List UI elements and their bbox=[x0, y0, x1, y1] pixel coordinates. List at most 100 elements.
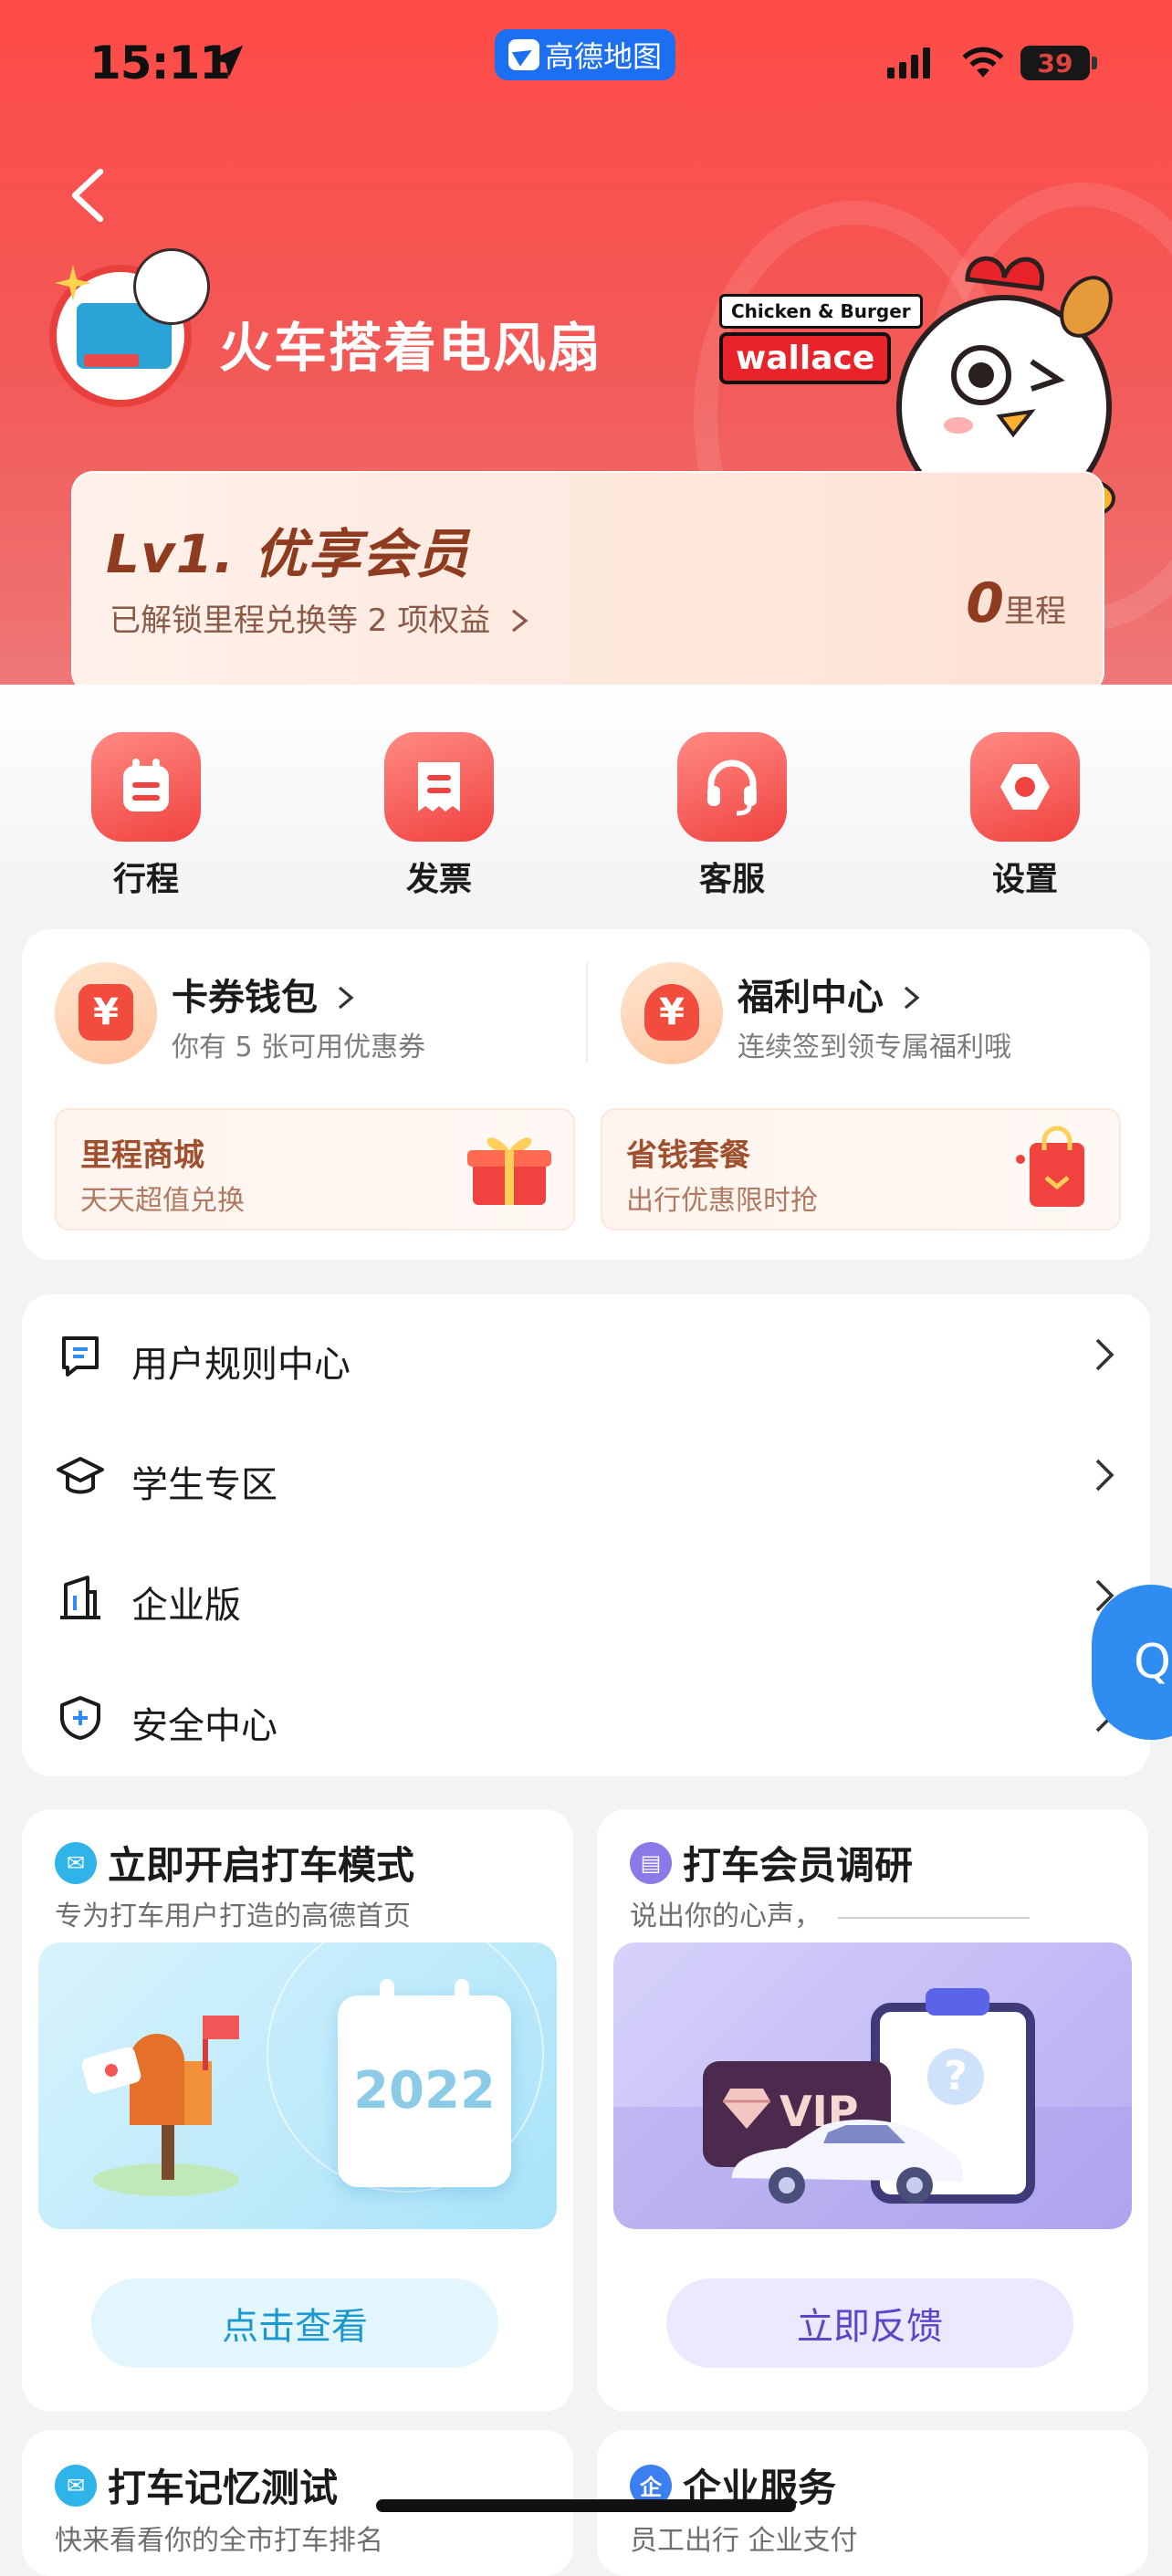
quick-action-trips[interactable]: 行程 bbox=[73, 732, 219, 900]
rules-icon bbox=[62, 1336, 99, 1377]
wifi-icon bbox=[962, 47, 1004, 78]
member-miles: 0里程 bbox=[966, 571, 1066, 635]
taxi-mode-title-text: 立即开启打车模式 bbox=[108, 1843, 415, 1888]
menu-item-label: 安全中心 bbox=[131, 1705, 277, 1747]
back-app-label: 高德地图 bbox=[544, 39, 662, 74]
headset-icon bbox=[677, 732, 787, 842]
miles-value: 0 bbox=[966, 571, 1004, 635]
wallet-card: ¥ 卡券钱包 你有 5 张可用优惠券 ¥ 福利中心 连续签到领专属福利哦 里程商… bbox=[22, 929, 1150, 1260]
menu-item-enterprise[interactable]: 企业版 bbox=[22, 1535, 1150, 1656]
quick-action-label: 发票 bbox=[405, 861, 472, 898]
chat-bubble-icon: ▤ bbox=[630, 1841, 672, 1884]
calendar-icon bbox=[91, 732, 201, 842]
divider bbox=[586, 962, 588, 1063]
welfare-glyph: ¥ bbox=[644, 984, 699, 1041]
coupon-subtitle: 你有 5 张可用优惠券 bbox=[172, 1031, 426, 1063]
quick-action-settings[interactable]: 设置 bbox=[952, 732, 1098, 900]
saving-package-entry[interactable]: 省钱套餐 出行优惠限时抢 bbox=[601, 1108, 1121, 1230]
mail-icon: ✉ bbox=[55, 2464, 97, 2507]
enterprise-service-subtitle: 员工出行 企业支付 bbox=[630, 2525, 858, 2557]
menu-item-student-zone[interactable]: 学生专区 bbox=[22, 1415, 1150, 1535]
calendar-year: 2022 bbox=[353, 2061, 496, 2120]
view-now-button[interactable]: 点击查看 bbox=[91, 2278, 498, 2368]
welfare-center-entry[interactable]: ¥ 福利中心 连续签到领专属福利哦 bbox=[597, 929, 1145, 1084]
back-chevron-icon[interactable] bbox=[64, 166, 110, 225]
welfare-subtitle: 连续签到领专属福利哦 bbox=[738, 1031, 1011, 1063]
menu-item-label: 企业版 bbox=[131, 1585, 241, 1627]
chevron-right-icon bbox=[904, 986, 920, 1010]
quick-action-label: 设置 bbox=[991, 861, 1058, 898]
brand-logo: Chicken & Burger wallace bbox=[719, 294, 923, 384]
chevron-right-icon bbox=[1095, 1338, 1114, 1371]
coupon-wallet-entry[interactable]: ¥ 卡券钱包 你有 5 张可用优惠券 bbox=[22, 929, 570, 1084]
welfare-title-text: 福利中心 bbox=[738, 977, 884, 1019]
shopping-bag-icon bbox=[1016, 1126, 1084, 1207]
quick-action-label: 客服 bbox=[698, 861, 765, 898]
gear-icon bbox=[970, 732, 1080, 842]
chevron-right-icon bbox=[338, 986, 354, 1010]
battery-indicator: 39 bbox=[1020, 46, 1090, 80]
profile-header: 15:11 高德地图 39 火车搭着电风扇 Chicken & Burger w… bbox=[0, 0, 1172, 685]
back-to-app-button[interactable]: 高德地图 bbox=[495, 29, 675, 80]
cellular-signal-icon bbox=[887, 47, 930, 79]
chevron-right-icon bbox=[1095, 1459, 1114, 1492]
home-indicator bbox=[376, 2499, 796, 2512]
taxi-mode-title: ✉ 立即开启打车模式 bbox=[55, 1835, 414, 1890]
memory-test-title: ✉ 打车记忆测试 bbox=[55, 2457, 338, 2513]
memory-test-title-text: 打车记忆测试 bbox=[108, 2466, 339, 2510]
package-subtitle: 出行优惠限时抢 bbox=[626, 1185, 818, 1217]
calendar-page-icon: 2022 bbox=[338, 1979, 511, 2187]
shield-icon bbox=[60, 1696, 100, 1740]
member-level: Lv1. 优享会员 bbox=[106, 523, 470, 585]
member-benefits-text: 已解锁里程兑换等 2 项权益 bbox=[110, 602, 491, 639]
building-icon bbox=[60, 1576, 100, 1619]
username: 火车搭着电风扇 bbox=[219, 317, 603, 379]
quick-action-support[interactable]: 客服 bbox=[659, 732, 805, 900]
floating-assistant-button[interactable]: Q bbox=[1092, 1585, 1172, 1740]
mall-title: 里程商城 bbox=[80, 1137, 204, 1174]
survey-subtitle: 说出你的心声， bbox=[630, 1893, 1030, 1933]
amap-logo-icon bbox=[508, 39, 539, 70]
taxi-mode-subtitle: 专为打车用户打造的高德首页 bbox=[55, 1901, 411, 1932]
package-title: 省钱套餐 bbox=[626, 1137, 750, 1174]
menu-list-card: 用户规则中心 学生专区 企业版 安全中心 bbox=[22, 1294, 1150, 1776]
mail-icon: ✉ bbox=[55, 1841, 97, 1884]
battery-tip bbox=[1092, 57, 1097, 69]
brand-tagline: Chicken & Burger bbox=[719, 294, 923, 329]
car-illustration bbox=[732, 2120, 964, 2204]
location-arrow-icon bbox=[211, 45, 244, 78]
quick-action-invoice[interactable]: 发票 bbox=[366, 732, 512, 900]
brand-name: wallace bbox=[719, 332, 892, 384]
chevron-right-icon bbox=[512, 609, 528, 633]
menu-item-label: 学生专区 bbox=[131, 1464, 277, 1506]
taxi-mode-illustration: 2022 bbox=[38, 1942, 557, 2229]
sparkle-icon bbox=[55, 265, 91, 301]
taxi-mode-card: ✉ 立即开启打车模式 专为打车用户打造的高德首页 2022 点击查看 bbox=[22, 1809, 573, 2412]
survey-title-text: 打车会员调研 bbox=[683, 1843, 914, 1888]
membership-card[interactable]: Lv1. 优享会员 已解锁里程兑换等 2 项权益 0里程 bbox=[71, 471, 1104, 685]
gift-box-icon bbox=[467, 1137, 551, 1205]
survey-subtitle-text: 说出你的心声， bbox=[630, 1901, 821, 1932]
survey-illustration: ? VIP bbox=[613, 1942, 1132, 2229]
invoice-icon bbox=[384, 732, 494, 842]
coupon-title-text: 卡券钱包 bbox=[172, 977, 318, 1019]
mailbox-icon bbox=[81, 2016, 239, 2196]
mileage-mall-entry[interactable]: 里程商城 天天超值兑换 bbox=[55, 1108, 575, 1230]
coupon-glyph: ¥ bbox=[78, 984, 133, 1041]
menu-item-user-rules[interactable]: 用户规则中心 bbox=[22, 1294, 1150, 1415]
memory-test-subtitle: 快来看看你的全市打车排名 bbox=[55, 2525, 383, 2557]
coupon-icon: ¥ bbox=[55, 962, 157, 1064]
coupon-title: 卡券钱包 bbox=[172, 968, 356, 1021]
member-benefits-link[interactable]: 已解锁里程兑换等 2 项权益 bbox=[110, 595, 531, 640]
menu-item-safety-center[interactable]: 安全中心 bbox=[22, 1656, 1150, 1776]
welfare-title: 福利中心 bbox=[738, 968, 922, 1021]
menu-item-label: 用户规则中心 bbox=[131, 1344, 351, 1386]
feedback-now-button[interactable]: 立即反馈 bbox=[666, 2278, 1073, 2368]
money-bag-icon: ¥ bbox=[621, 962, 723, 1064]
avatar-mascot-badge bbox=[133, 248, 210, 325]
mall-subtitle: 天天超值兑换 bbox=[80, 1185, 245, 1217]
quick-action-label: 行程 bbox=[112, 861, 179, 898]
survey-title: ▤ 打车会员调研 bbox=[630, 1835, 913, 1890]
graduation-cap-icon bbox=[57, 1457, 104, 1494]
miles-unit: 里程 bbox=[1004, 593, 1066, 630]
